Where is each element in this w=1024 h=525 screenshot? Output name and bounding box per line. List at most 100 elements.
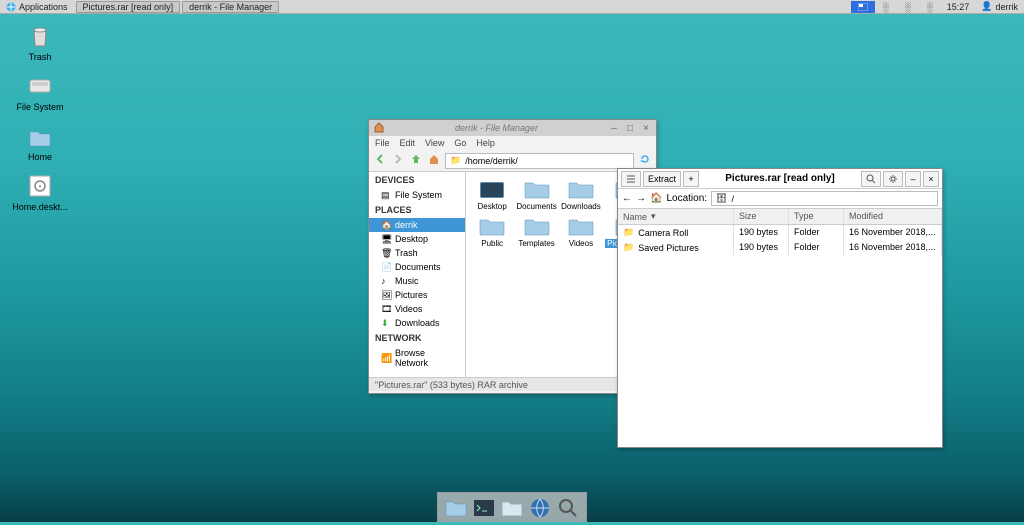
filesystem-icon[interactable]: File System [10,72,70,112]
path-entry[interactable]: 📁 /home/derrik/ [445,153,634,169]
home-desktop-icon[interactable]: Home.deskt... [10,172,70,212]
sidebar-header-places: PLACES [369,202,465,218]
menu-go[interactable]: Go [454,138,466,148]
drive-icon: ▤ [381,190,391,200]
sidebar-item-filesystem[interactable]: ▤File System [369,188,465,202]
minimize-button[interactable]: – [905,171,921,187]
user-icon: 👤 [981,1,992,12]
sidebar-item-browse-network[interactable]: 📶Browse Network [369,346,465,370]
tray-icon[interactable]: ░ [919,1,941,13]
dock-filemanager[interactable] [444,496,468,520]
sidebar-header-devices: DEVICES [369,172,465,188]
clock[interactable]: 15:27 [941,0,976,13]
menu-help[interactable]: Help [476,138,495,148]
archive-title: Pictures.rar [read only] [701,173,859,184]
menu-edit[interactable]: Edit [400,138,416,148]
sort-icon: ▾ [651,211,656,222]
refresh-button[interactable] [638,152,652,169]
picture-icon: 🖼 [381,290,391,300]
sidebar-item-desktop[interactable]: 🖥Desktop [369,232,465,246]
user-menu[interactable]: 👤 derrik [975,0,1024,13]
applications-label: Applications [19,2,68,12]
file-list: Name ▾ Size Type Modified 📁Camera Roll 1… [618,209,942,255]
workspace-switcher-icon[interactable] [851,1,875,13]
sidebar-item-music[interactable]: ♪Music [369,274,465,288]
up-button[interactable]: 🏠 [650,193,662,204]
search-button[interactable] [861,171,881,187]
col-size[interactable]: Size [734,209,789,224]
download-icon: ⬇ [381,318,391,328]
folder-item[interactable]: Documents [516,178,556,211]
col-type[interactable]: Type [789,209,844,224]
window-title: derrik - File Manager [389,123,604,133]
taskbar-label: derrik - File Manager [189,2,272,12]
list-item[interactable]: 📁Saved Pictures 190 bytes Folder 16 Nove… [618,240,942,255]
tray-icon[interactable]: ░ [875,1,897,13]
up-button[interactable] [409,152,423,169]
taskbar-item-fm[interactable]: derrik - File Manager [182,1,279,13]
sidebar-item-pictures[interactable]: 🖼Pictures [369,288,465,302]
video-icon: 🎞 [381,304,391,314]
sidebar-item-home[interactable]: 🏠derrik [369,218,465,232]
back-button[interactable] [373,152,387,169]
dock-browser[interactable] [528,496,552,520]
maximize-button[interactable]: □ [624,122,636,134]
desktop-icon: 🖥 [381,234,391,244]
add-button[interactable]: + [683,171,699,187]
taskbar-item-archive[interactable]: Pictures.rar [read only] [76,1,181,13]
col-modified[interactable]: Modified [844,209,942,224]
folder-item[interactable]: Videos [561,215,601,248]
close-button[interactable]: × [640,122,652,134]
dock-search[interactable] [556,496,580,520]
forward-button[interactable]: → [636,193,646,204]
sidebar-item-videos[interactable]: 🎞Videos [369,302,465,316]
network-icon: 📶 [381,353,391,363]
titlebar[interactable]: derrik - File Manager – □ × [369,120,656,136]
toolbar: 📁 /home/derrik/ [369,150,656,172]
sidebar: DEVICES ▤File System PLACES 🏠derrik 🖥Des… [369,172,466,377]
sidebar-header-network: NETWORK [369,330,465,346]
menu-file[interactable]: File [375,138,390,148]
folder-icon: 📁 [623,242,634,253]
home-icon[interactable]: Home [10,122,70,162]
archive-icon: 🗄 [716,193,727,204]
col-name[interactable]: Name ▾ [618,209,734,224]
extract-button[interactable]: Extract [643,171,681,187]
applications-menu[interactable]: Applications [0,0,74,13]
list-item[interactable]: 📁Camera Roll 190 bytes Folder 16 Novembe… [618,225,942,240]
folder-icon: 📁 [450,155,461,166]
menu-button[interactable] [621,171,641,187]
archive-window: Extract + Pictures.rar [read only] – × ←… [617,168,943,448]
dock-folder[interactable] [500,496,524,520]
folder-item[interactable]: Public [472,215,512,248]
folder-item[interactable]: Templates [516,215,556,248]
location-entry[interactable]: 🗄 / [711,191,938,206]
menubar: File Edit View Go Help [369,136,656,150]
tray-icon[interactable]: ░ [897,1,919,13]
folder-item[interactable]: Downloads [561,178,601,211]
forward-button[interactable] [391,152,405,169]
sidebar-item-trash[interactable]: 🗑Trash [369,246,465,260]
dock-terminal[interactable] [472,496,496,520]
home-button[interactable] [427,152,441,169]
folder-item[interactable]: Desktop [472,178,512,211]
settings-button[interactable] [883,171,903,187]
desktop-icons: Trash File System Home Home.deskt... [10,22,80,222]
close-button[interactable]: × [923,171,939,187]
file-manager-window: derrik - File Manager – □ × File Edit Vi… [368,119,657,394]
doc-icon: 📄 [381,262,391,272]
trash-icon[interactable]: Trash [10,22,70,62]
back-button[interactable]: ← [622,193,632,204]
list-header: Name ▾ Size Type Modified [618,209,942,225]
sidebar-item-downloads[interactable]: ⬇Downloads [369,316,465,330]
logo-icon [6,2,16,12]
taskbar-label: Pictures.rar [read only] [83,2,174,12]
trash-icon: 🗑 [381,248,391,258]
folder-icon: 📁 [623,227,634,238]
dock [437,492,587,522]
statusbar: "Pictures.rar" (533 bytes) RAR archive [369,377,656,391]
sidebar-item-documents[interactable]: 📄Documents [369,260,465,274]
minimize-button[interactable]: – [608,122,620,134]
archive-nav: ← → 🏠 Location: 🗄 / [618,189,942,209]
menu-view[interactable]: View [425,138,444,148]
